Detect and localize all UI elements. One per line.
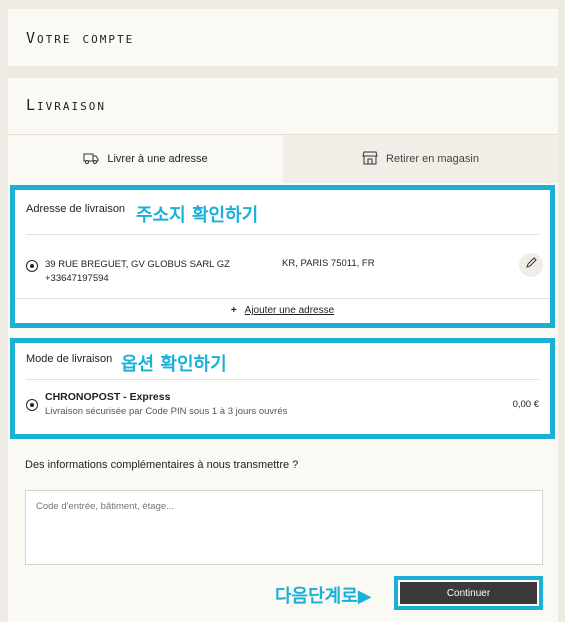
account-title: Votre compte (26, 29, 135, 47)
divider (15, 298, 550, 299)
add-address-link[interactable]: Ajouter une adresse (245, 305, 335, 316)
next-step-callout: 다음단계로▶ (275, 586, 372, 607)
divider (26, 234, 539, 235)
divider (26, 379, 539, 380)
edit-address-button[interactable] (519, 253, 543, 277)
tab-label: Retirer en magasin (386, 153, 479, 165)
pencil-icon (525, 256, 537, 274)
mode-name: CHRONOPOST - Express (45, 391, 171, 403)
mode-callout: 옵션 확인하기 (121, 354, 227, 375)
address-city: KR, PARIS 75011, FR (282, 258, 375, 269)
address-radio[interactable] (26, 260, 38, 272)
address-label: Adresse de livraison (26, 203, 126, 215)
continue-button-highlight: Continuer (394, 576, 543, 610)
extra-info-input[interactable] (25, 490, 543, 565)
delivery-tabs: Livrer à une adresse Retirer en magasin (8, 135, 558, 183)
tab-deliver-to-address[interactable]: Livrer à une adresse (8, 135, 283, 183)
plus-icon: + (230, 305, 237, 316)
account-card: Votre compte (8, 9, 558, 66)
tab-store-pickup[interactable]: Retirer en magasin (283, 135, 558, 183)
mode-description: Livraison sécurisée par Code PIN sous 1 … (45, 406, 288, 417)
extra-info-label: Des informations complémentaires à nous … (25, 459, 299, 471)
add-address-row: + Ajouter une adresse (15, 305, 550, 316)
address-section: Adresse de livraison 주소지 확인하기 39 RUE BRE… (10, 185, 555, 328)
mode-radio[interactable] (26, 399, 38, 411)
address-line1: 39 RUE BREGUET, GV GLOBUS SARL GZ (45, 259, 230, 270)
address-callout: 주소지 확인하기 (136, 205, 259, 226)
store-icon (362, 151, 378, 168)
address-text: 39 RUE BREGUET, GV GLOBUS SARL GZ +33647… (45, 258, 230, 286)
delivery-mode-section: Mode de livraison 옵션 확인하기 CHRONOPOST - E… (10, 338, 555, 439)
continue-button[interactable]: Continuer (400, 582, 537, 604)
address-phone: +33647197594 (45, 273, 109, 284)
delivery-title: Livraison (26, 96, 107, 114)
truck-icon (83, 151, 99, 168)
mode-price: 0,00 € (512, 399, 539, 410)
tab-label: Livrer à une adresse (107, 153, 208, 165)
mode-label: Mode de livraison (26, 353, 113, 365)
